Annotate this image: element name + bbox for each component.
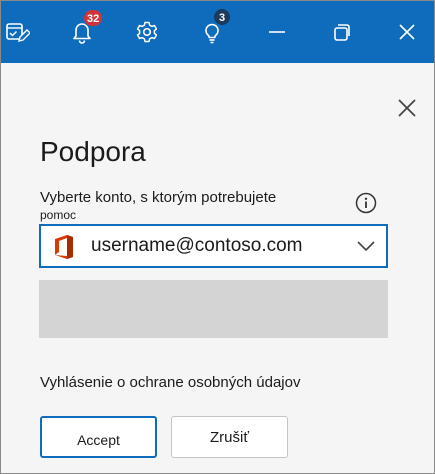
account-select-label: Vyberte konto, s ktorým potrebujete [40, 189, 277, 206]
selected-account-value: username@contoso.com [91, 235, 303, 256]
account-select-label-continued: pomoc [40, 208, 77, 222]
account-select[interactable]: username@contoso.com [39, 224, 388, 268]
task-edit-icon[interactable] [3, 18, 31, 46]
info-icon[interactable] [355, 192, 377, 214]
restore-icon[interactable] [328, 18, 356, 46]
panel-close-icon[interactable] [394, 95, 420, 121]
cancel-button[interactable]: Zrušiť [171, 416, 288, 458]
panel-title: Podpora [40, 136, 146, 167]
title-bar: 32 3 [1, 1, 434, 63]
notifications-count-badge: 32 [83, 9, 104, 27]
content-placeholder [39, 280, 388, 338]
privacy-statement-link[interactable]: Vyhlásenie o ochrane osobných údajov [40, 374, 300, 391]
close-icon[interactable] [393, 18, 421, 46]
gear-icon[interactable] [133, 18, 161, 46]
accept-button[interactable]: Accept [40, 416, 157, 458]
tips-count-badge: 3 [213, 8, 231, 26]
support-window: 32 3 Podpora Vyberte konto, s ktorým pot… [0, 0, 435, 474]
minimize-icon[interactable] [263, 18, 291, 46]
office-logo-icon [53, 234, 75, 260]
chevron-down-icon [356, 238, 376, 254]
